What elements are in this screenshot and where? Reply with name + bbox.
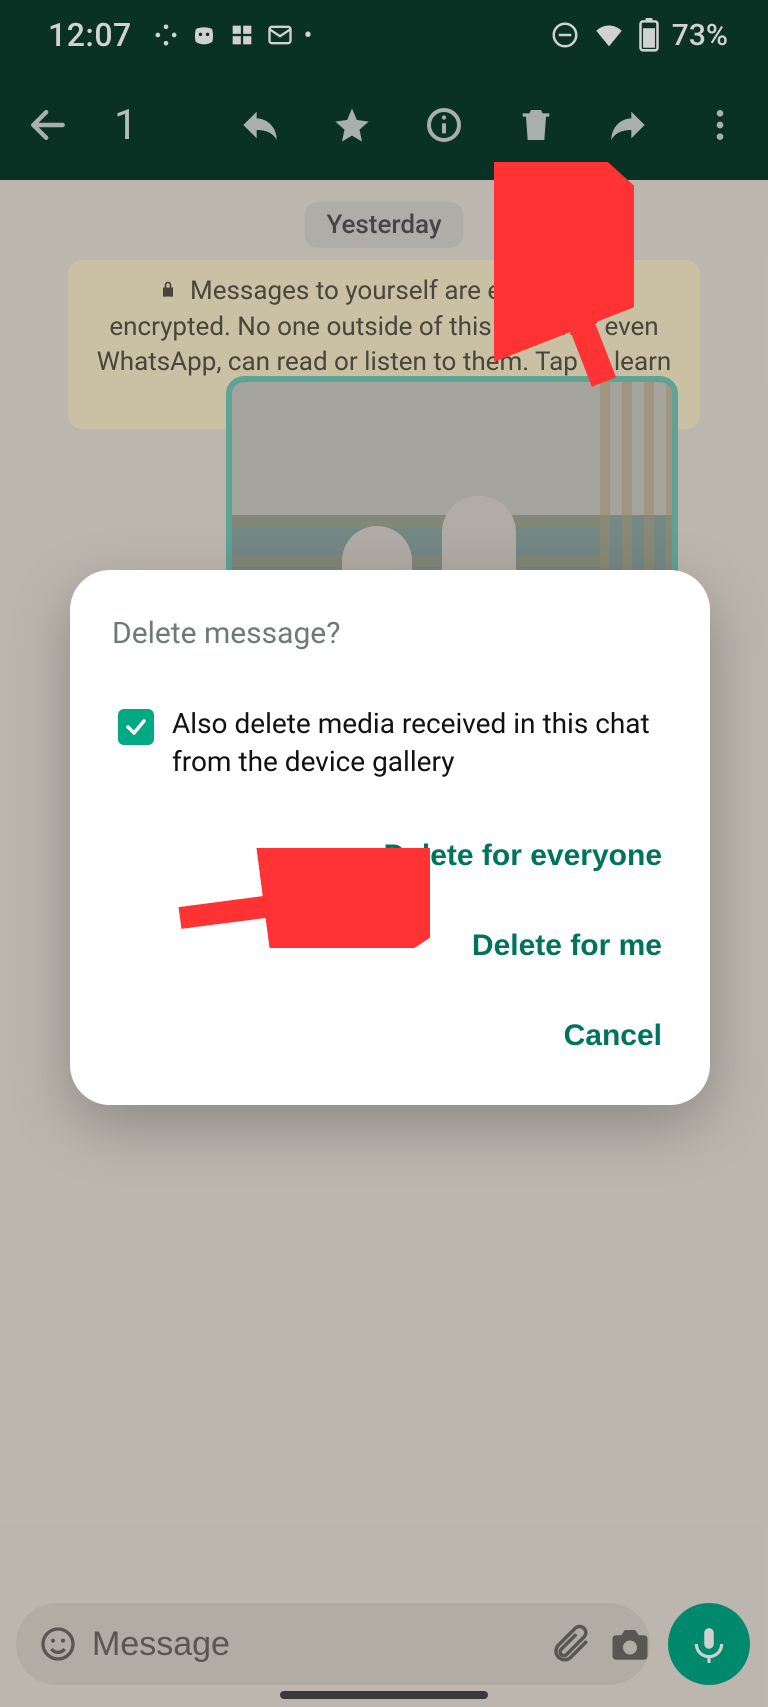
delete-media-checkbox-row[interactable]: Also delete media received in this chat … — [108, 705, 672, 781]
delete-media-checkbox-label: Also delete media received in this chat … — [172, 705, 672, 781]
dialog-title: Delete message? — [112, 616, 672, 651]
cancel-button[interactable]: Cancel — [560, 1011, 666, 1061]
nav-handle[interactable] — [280, 1691, 488, 1699]
delete-for-everyone-button[interactable]: Delete for everyone — [380, 831, 666, 881]
delete-for-me-button[interactable]: Delete for me — [468, 921, 666, 971]
delete-message-dialog: Delete message? Also delete media receiv… — [70, 570, 710, 1105]
checkbox-checked-icon[interactable] — [118, 709, 154, 745]
